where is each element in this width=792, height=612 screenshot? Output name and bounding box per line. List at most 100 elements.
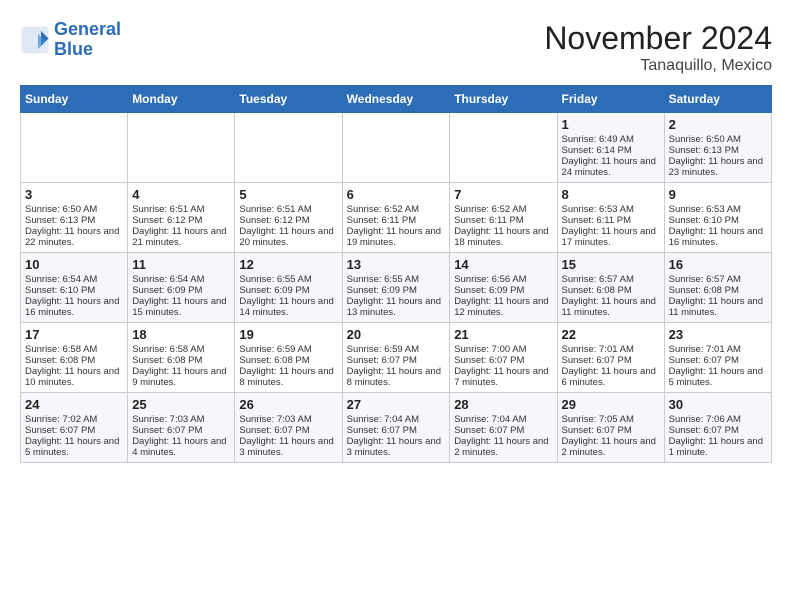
weekday-header-row: SundayMondayTuesdayWednesdayThursdayFrid… (21, 86, 772, 113)
day-info-line: Sunrise: 6:54 AM (25, 274, 123, 285)
calendar-table: SundayMondayTuesdayWednesdayThursdayFrid… (20, 85, 772, 463)
day-info-line: Sunrise: 6:58 AM (25, 344, 123, 355)
calendar-week-row: 3Sunrise: 6:50 AMSunset: 6:13 PMDaylight… (21, 183, 772, 253)
calendar-cell: 8Sunrise: 6:53 AMSunset: 6:11 PMDaylight… (557, 183, 664, 253)
day-info-line: Sunrise: 7:00 AM (454, 344, 552, 355)
day-info-line: Sunrise: 6:53 AM (669, 204, 767, 215)
calendar-cell: 9Sunrise: 6:53 AMSunset: 6:10 PMDaylight… (664, 183, 771, 253)
day-info-line: Sunset: 6:08 PM (562, 285, 660, 296)
calendar-cell: 27Sunrise: 7:04 AMSunset: 6:07 PMDayligh… (342, 393, 450, 463)
weekday-header: Monday (128, 86, 235, 113)
day-number: 11 (132, 257, 230, 272)
day-number: 8 (562, 187, 660, 202)
day-info-line: Sunset: 6:10 PM (25, 285, 123, 296)
day-number: 23 (669, 327, 767, 342)
day-info-line: Sunset: 6:07 PM (239, 425, 337, 436)
day-info-line: Daylight: 11 hours and 2 minutes. (454, 436, 552, 458)
calendar-cell: 23Sunrise: 7:01 AMSunset: 6:07 PMDayligh… (664, 323, 771, 393)
weekday-header: Wednesday (342, 86, 450, 113)
calendar-cell: 15Sunrise: 6:57 AMSunset: 6:08 PMDayligh… (557, 253, 664, 323)
calendar-cell (235, 113, 342, 183)
day-info-line: Sunrise: 6:57 AM (669, 274, 767, 285)
day-info-line: Sunset: 6:12 PM (239, 215, 337, 226)
day-number: 7 (454, 187, 552, 202)
day-info-line: Daylight: 11 hours and 2 minutes. (562, 436, 660, 458)
day-info-line: Sunrise: 6:58 AM (132, 344, 230, 355)
day-info-line: Sunset: 6:11 PM (562, 215, 660, 226)
day-info-line: Sunset: 6:14 PM (562, 145, 660, 156)
day-number: 16 (669, 257, 767, 272)
day-info-line: Sunrise: 7:06 AM (669, 414, 767, 425)
title-area: November 2024 Tanaquillo, Mexico (544, 20, 772, 75)
day-info-line: Sunrise: 6:49 AM (562, 134, 660, 145)
day-info-line: Sunrise: 6:55 AM (239, 274, 337, 285)
day-number: 17 (25, 327, 123, 342)
day-info-line: Daylight: 11 hours and 19 minutes. (347, 226, 446, 248)
day-number: 1 (562, 117, 660, 132)
day-info-line: Daylight: 11 hours and 16 minutes. (669, 226, 767, 248)
location-title: Tanaquillo, Mexico (544, 57, 772, 75)
calendar-cell: 28Sunrise: 7:04 AMSunset: 6:07 PMDayligh… (450, 393, 557, 463)
day-info-line: Sunset: 6:07 PM (454, 425, 552, 436)
day-number: 20 (347, 327, 446, 342)
day-info-line: Daylight: 11 hours and 14 minutes. (239, 296, 337, 318)
day-info-line: Daylight: 11 hours and 16 minutes. (25, 296, 123, 318)
day-info-line: Sunset: 6:08 PM (669, 285, 767, 296)
day-info-line: Sunrise: 7:05 AM (562, 414, 660, 425)
day-info-line: Sunset: 6:07 PM (132, 425, 230, 436)
day-info-line: Daylight: 11 hours and 8 minutes. (239, 366, 337, 388)
day-info-line: Daylight: 11 hours and 22 minutes. (25, 226, 123, 248)
calendar-cell: 16 Sunrise: 6:57 AMSunset: 6:08 PMDayligh… (664, 253, 771, 323)
day-info-line: Daylight: 11 hours and 18 minutes. (454, 226, 552, 248)
day-info-line: Sunset: 6:07 PM (562, 355, 660, 366)
day-number: 24 (25, 397, 123, 412)
day-info-line: Sunset: 6:08 PM (239, 355, 337, 366)
day-info-line: Daylight: 11 hours and 11 minutes. (562, 296, 660, 318)
day-info-line: Daylight: 11 hours and 20 minutes. (239, 226, 337, 248)
calendar-cell: 14Sunrise: 6:56 AMSunset: 6:09 PMDayligh… (450, 253, 557, 323)
weekday-header: Saturday (664, 86, 771, 113)
day-info-line: Sunset: 6:07 PM (669, 425, 767, 436)
day-info-line: Sunrise: 7:01 AM (562, 344, 660, 355)
day-info-line: Sunrise: 7:04 AM (454, 414, 552, 425)
day-number: 30 (669, 397, 767, 412)
calendar-cell (21, 113, 128, 183)
month-title: November 2024 (544, 20, 772, 57)
day-number: 26 (239, 397, 337, 412)
day-info-line: Sunrise: 6:55 AM (347, 274, 446, 285)
day-info-line: Daylight: 11 hours and 10 minutes. (25, 366, 123, 388)
day-info-line: Daylight: 11 hours and 11 minutes. (669, 296, 767, 318)
calendar-cell: 19Sunrise: 6:59 AMSunset: 6:08 PMDayligh… (235, 323, 342, 393)
day-info-line: Daylight: 11 hours and 9 minutes. (132, 366, 230, 388)
day-number: 15 (562, 257, 660, 272)
day-info-line: Sunset: 6:11 PM (454, 215, 552, 226)
calendar-cell: 29Sunrise: 7:05 AMSunset: 6:07 PMDayligh… (557, 393, 664, 463)
calendar-cell: 26Sunrise: 7:03 AMSunset: 6:07 PMDayligh… (235, 393, 342, 463)
day-number: 4 (132, 187, 230, 202)
day-info-line: Sunset: 6:07 PM (347, 355, 446, 366)
calendar-week-row: 10Sunrise: 6:54 AMSunset: 6:10 PMDayligh… (21, 253, 772, 323)
day-info-line: Sunrise: 7:02 AM (25, 414, 123, 425)
day-info-line: Sunset: 6:07 PM (562, 425, 660, 436)
day-info-line: Sunrise: 6:52 AM (454, 204, 552, 215)
day-number: 2 (669, 117, 767, 132)
calendar-week-row: 24Sunrise: 7:02 AMSunset: 6:07 PMDayligh… (21, 393, 772, 463)
day-info-line: Sunrise: 6:51 AM (239, 204, 337, 215)
day-info-line: Sunrise: 6:59 AM (347, 344, 446, 355)
calendar-cell (450, 113, 557, 183)
day-number: 25 (132, 397, 230, 412)
logo-icon (20, 25, 50, 55)
calendar-cell: 13Sunrise: 6:55 AMSunset: 6:09 PMDayligh… (342, 253, 450, 323)
day-info-line: Sunrise: 7:03 AM (239, 414, 337, 425)
calendar-cell: 1Sunrise: 6:49 AMSunset: 6:14 PMDaylight… (557, 113, 664, 183)
day-info-line: Sunset: 6:08 PM (25, 355, 123, 366)
calendar-cell: 12Sunrise: 6:55 AMSunset: 6:09 PMDayligh… (235, 253, 342, 323)
day-number: 13 (347, 257, 446, 272)
day-info-line: Sunset: 6:10 PM (669, 215, 767, 226)
day-info-line: Daylight: 11 hours and 5 minutes. (25, 436, 123, 458)
calendar-cell: 21Sunrise: 7:00 AMSunset: 6:07 PMDayligh… (450, 323, 557, 393)
day-info-line: Daylight: 11 hours and 4 minutes. (132, 436, 230, 458)
calendar-cell: 4Sunrise: 6:51 AMSunset: 6:12 PMDaylight… (128, 183, 235, 253)
day-info-line: Sunrise: 6:56 AM (454, 274, 552, 285)
day-info-line: Daylight: 11 hours and 12 minutes. (454, 296, 552, 318)
